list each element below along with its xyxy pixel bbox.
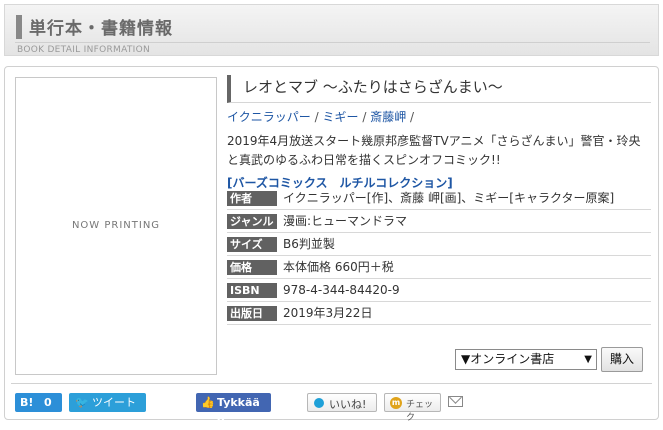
section-header: 単行本・書籍情報 BOOK DETAIL INFORMATION [4, 4, 659, 56]
cover-placeholder-text: NOW PRINTING [71, 220, 161, 231]
online-store-select-value: ▼オンライン書店 [461, 352, 555, 366]
detail-value: B6判並製 [283, 237, 335, 251]
detail-key: 作者 [227, 191, 277, 206]
tweet-label: ツイート [92, 396, 136, 409]
tweet-button[interactable]: 🐦 ツイート [69, 393, 146, 412]
chevron-down-icon: ▼ [584, 354, 592, 365]
thumbs-up-icon: 👍 [201, 396, 215, 409]
detail-value: 2019年3月22日 [283, 306, 373, 320]
book-details-table: 作者 イクニラッパー[作]、斎藤 岬[画]、ミギー[キャラクター原案] ジャンル… [227, 187, 651, 325]
facebook-like-label: Tykkää 0 [217, 396, 260, 428]
google-plus-iine-button[interactable]: いいね! [307, 393, 377, 412]
detail-value: 本体価格 660円＋税 [283, 260, 394, 274]
header-accent-bar [16, 15, 22, 39]
mail-icon[interactable] [448, 396, 463, 407]
detail-value: 漫画:ヒューマンドラマ [283, 214, 408, 228]
hatena-icon: B! [20, 396, 34, 409]
detail-key: 出版日 [227, 306, 277, 321]
mixi-icon: m [390, 397, 402, 409]
detail-key: サイズ [227, 237, 277, 252]
author-link-saito[interactable]: 斎藤岬 [370, 110, 406, 124]
author-separator: / [362, 110, 367, 124]
detail-value: イクニラッパー[作]、斎藤 岬[画]、ミギー[キャラクター原案] [283, 191, 615, 205]
detail-row-size: サイズ B6判並製 [227, 233, 651, 256]
book-title: レオとマブ 〜ふたりはさらざんまい〜 [243, 78, 503, 96]
author-links: イクニラッパー / ミギー / 斎藤岬 / [227, 109, 651, 125]
hatena-count: 0 [44, 396, 52, 409]
author-separator: / [410, 110, 415, 124]
buy-button[interactable]: 購入 [601, 347, 643, 372]
hatena-bookmark-button[interactable]: B! 0 [15, 393, 62, 412]
author-link-migi[interactable]: ミギー [322, 110, 358, 124]
author-separator: / [314, 110, 319, 124]
detail-key: ジャンル [227, 214, 277, 229]
twitter-bird-icon: 🐦 [75, 396, 89, 409]
detail-key: ISBN [227, 283, 277, 298]
detail-row-isbn: ISBN 978-4-344-84420-9 [227, 279, 651, 302]
section-subtitle: BOOK DETAIL INFORMATION [17, 45, 151, 55]
iine-label: いいね! [329, 398, 367, 411]
detail-row-release-date: 出版日 2019年3月22日 [227, 302, 651, 325]
mixi-check-button[interactable]: m チェック [384, 393, 441, 423]
book-description: 2019年4月放送スタート幾原邦彦監督TVアニメ「さらざんまい」警官・玲央と真武… [227, 134, 641, 167]
detail-key: 価格 [227, 260, 277, 275]
facebook-like-button[interactable]: 👍 Tykkää 0 [196, 393, 271, 428]
book-detail-card: NOW PRINTING レオとマブ 〜ふたりはさらざんまい〜 イクニラッパー … [4, 66, 659, 428]
author-link-ikuni[interactable]: イクニラッパー [227, 110, 311, 124]
detail-row-genre: ジャンル 漫画:ヒューマンドラマ [227, 210, 651, 233]
iine-icon [314, 398, 324, 408]
header-divider [15, 42, 650, 43]
book-info: レオとマブ 〜ふたりはさらざんまい〜 イクニラッパー / ミギー / 斎藤岬 /… [227, 75, 651, 191]
online-store-select[interactable]: ▼オンライン書店 ▼ [455, 349, 597, 370]
book-title-box: レオとマブ 〜ふたりはさらざんまい〜 [227, 75, 651, 103]
detail-row-price: 価格 本体価格 660円＋税 [227, 256, 651, 279]
mixi-check-label: チェック [406, 400, 434, 423]
social-divider [11, 383, 652, 384]
detail-value: 978-4-344-84420-9 [283, 283, 400, 297]
detail-row-author: 作者 イクニラッパー[作]、斎藤 岬[画]、ミギー[キャラクター原案] [227, 187, 651, 210]
book-cover: NOW PRINTING [15, 77, 217, 375]
section-title: 単行本・書籍情報 [29, 19, 173, 39]
